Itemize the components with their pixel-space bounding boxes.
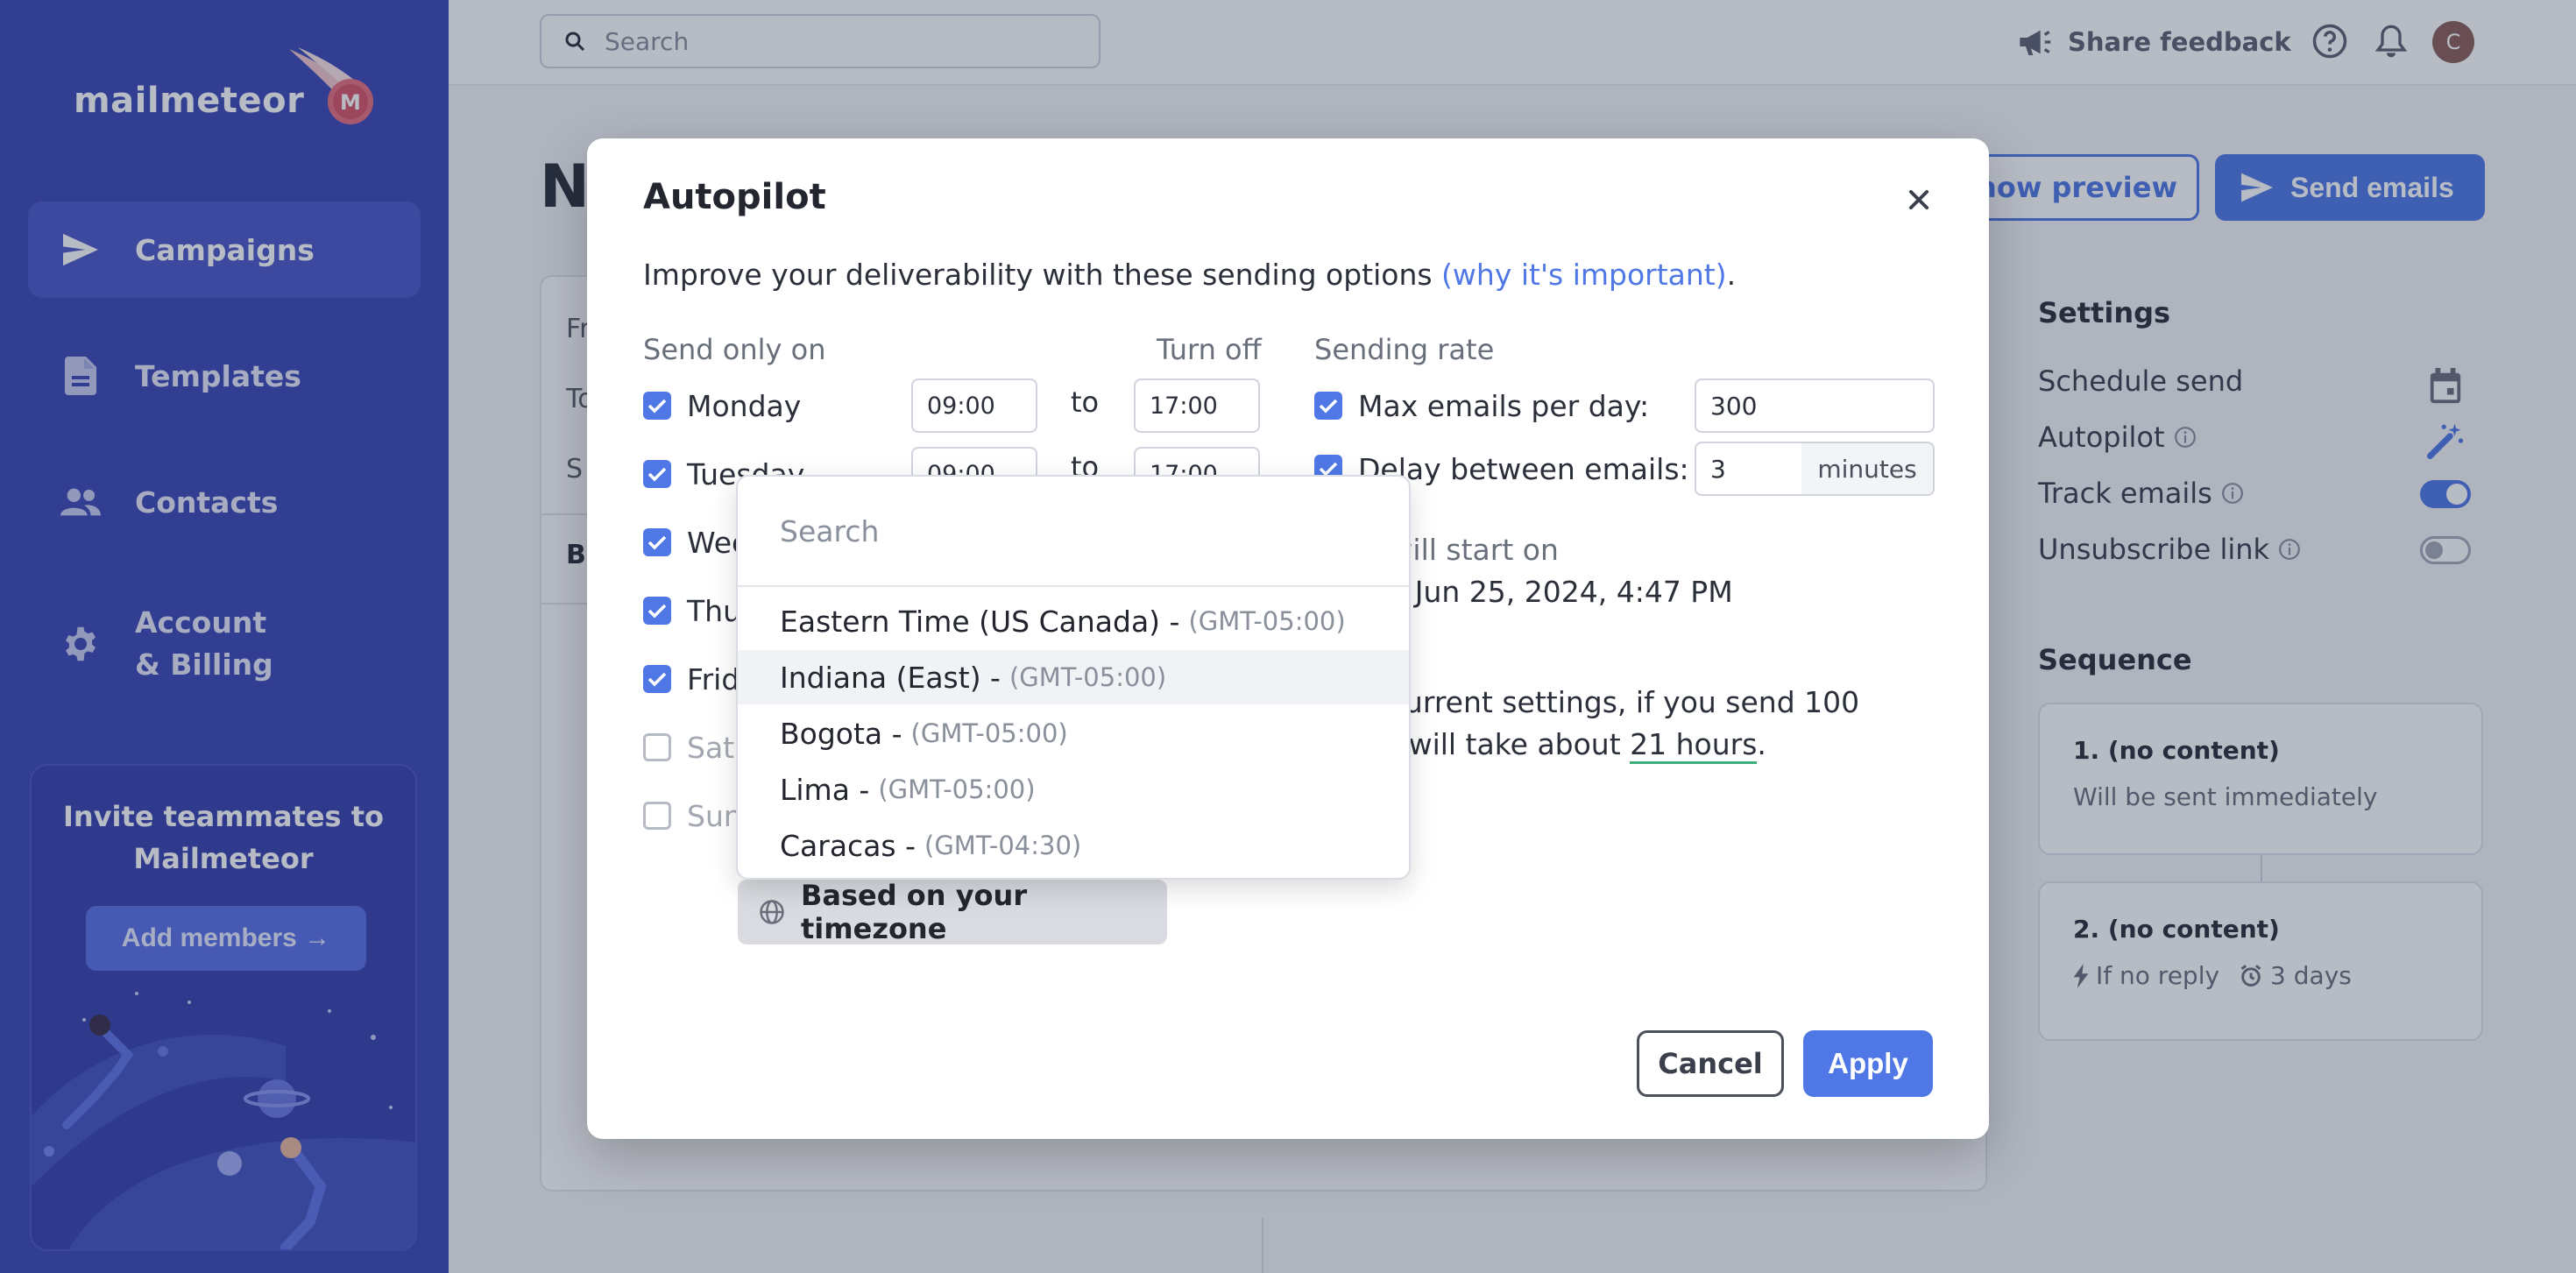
turn-off-label: Turn off — [1157, 333, 1262, 366]
saturday-checkbox[interactable] — [643, 733, 671, 761]
max-emails-checkbox[interactable] — [1314, 392, 1342, 420]
modal-intro: Improve your deliverability with these s… — [643, 258, 1736, 292]
thursday-checkbox[interactable] — [643, 597, 671, 625]
tuesday-checkbox[interactable] — [643, 460, 671, 488]
timezone-button[interactable]: Based on your timezone — [738, 879, 1167, 945]
timezone-name: Eastern Time (US Canada) - — [780, 604, 1180, 639]
modal-intro-text: Improve your deliverability with these s… — [643, 258, 1442, 292]
wednesday-checkbox[interactable] — [643, 528, 671, 556]
timezone-search-input[interactable]: Search — [738, 477, 1409, 587]
apply-button[interactable]: Apply — [1803, 1030, 1933, 1097]
day-label: Thu — [687, 593, 741, 628]
why-important-link[interactable]: (why it's important) — [1441, 258, 1727, 292]
timezone-name: Caracas - — [780, 828, 916, 863]
monday-checkbox[interactable] — [643, 392, 671, 420]
timezone-offset: (GMT-05:00) — [1008, 662, 1167, 692]
day-label: Sun — [687, 798, 742, 833]
timezone-offset: (GMT-05:00) — [910, 718, 1068, 748]
timezone-name: Bogota - — [780, 716, 902, 751]
summary-hours: 21 hours — [1630, 727, 1758, 764]
max-emails-label: Max emails per day: — [1358, 388, 1650, 423]
monday-end-time[interactable]: 17:00 — [1134, 378, 1260, 433]
delay-unit-suffix: minutes — [1801, 442, 1935, 496]
max-emails-input[interactable]: 300 — [1695, 378, 1935, 433]
timezone-offset: (GMT-05:00) — [878, 774, 1036, 804]
timezone-button-label: Based on your timezone — [801, 879, 1028, 945]
timezone-offset: (GMT-05:00) — [1188, 606, 1346, 636]
modal-title: Autopilot — [643, 177, 826, 217]
day-label: Monday — [687, 388, 802, 423]
delay-input[interactable]: 3 — [1695, 442, 1803, 496]
timezone-dropdown: Search Eastern Time (US Canada) - (GMT-0… — [736, 475, 1411, 880]
summary-line2: , it will take about 21 hours. — [1362, 727, 1766, 764]
friday-checkbox[interactable] — [643, 665, 671, 693]
timezone-option[interactable]: Indiana (East) - (GMT-05:00) — [738, 650, 1409, 704]
sunday-checkbox[interactable] — [643, 802, 671, 830]
cancel-button[interactable]: Cancel — [1637, 1030, 1784, 1097]
send-only-on-label: Send only on — [643, 333, 826, 366]
day-label: Frid — [687, 661, 740, 697]
timezone-offset: (GMT-04:30) — [924, 831, 1082, 860]
summary-line2-post: . — [1757, 727, 1766, 761]
modal-intro-end: . — [1726, 258, 1737, 292]
to-word: to — [1071, 385, 1100, 419]
timezone-option[interactable]: Lima - (GMT-05:00) — [738, 762, 1409, 817]
timezone-name: Lima - — [780, 772, 870, 807]
close-icon[interactable] — [1898, 179, 1940, 221]
max-emails-row: Max emails per day: — [1314, 378, 1649, 433]
timezone-option[interactable]: Eastern Time (US Canada) - (GMT-05:00) — [738, 594, 1409, 648]
timezone-option[interactable]: Caracas - (GMT-04:30) — [738, 818, 1409, 873]
monday-start-time[interactable]: 09:00 — [911, 378, 1037, 433]
timezone-name: Indiana (East) - — [780, 660, 1001, 695]
globe-icon — [759, 899, 785, 925]
timezone-option[interactable]: Bogota - (GMT-05:00) — [738, 706, 1409, 760]
sending-rate-label: Sending rate — [1314, 333, 1495, 366]
start-value: ay, Jun 25, 2024, 4:47 PM — [1362, 575, 1733, 609]
summary-line1: e current settings, if you send 100 — [1362, 685, 1860, 719]
